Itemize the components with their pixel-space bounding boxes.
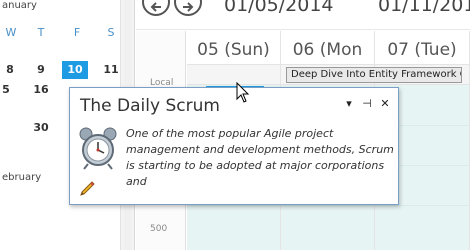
- range-start-date: 01/05/2014: [224, 0, 334, 16]
- mouse-pointer-icon: [236, 82, 250, 103]
- previous-button[interactable]: [142, 0, 170, 16]
- popup-title: The Daily Scrum: [80, 96, 220, 116]
- calendar-day[interactable]: 16: [31, 82, 51, 98]
- calendar-day[interactable]: 30: [31, 120, 51, 136]
- time-label: 500: [150, 224, 168, 234]
- day-header[interactable]: 07 (Tue): [375, 31, 469, 65]
- all-day-area[interactable]: [187, 65, 280, 85]
- calendar-day[interactable]: 8: [0, 62, 20, 78]
- dropdown-icon[interactable]: ▾: [342, 97, 356, 111]
- dow-sat: S: [107, 26, 115, 39]
- dow-fri: F: [73, 26, 81, 39]
- month-title-february: ebruary: [2, 172, 42, 183]
- calendar-day-selected[interactable]: 10: [62, 61, 88, 79]
- range-end-date: 01/11/2014: [378, 0, 470, 16]
- day-header[interactable]: 06 (Mon: [281, 31, 374, 65]
- dow-thu: T: [37, 26, 45, 39]
- next-button[interactable]: [174, 0, 202, 16]
- popup-description: One of the most popular Agile project ma…: [126, 127, 394, 188]
- calendar-day[interactable]: 5: [0, 82, 16, 98]
- calendar-day[interactable]: 9: [31, 62, 51, 78]
- day-header[interactable]: 05 (Sun): [187, 31, 280, 65]
- pin-icon[interactable]: ⊣: [360, 97, 374, 111]
- appointment-tooltip[interactable]: The Daily Scrum ▾ ⊣ ✕ One of the most po…: [69, 87, 399, 205]
- all-day-appointment[interactable]: Deep Dive Into Entity Framework C: [286, 67, 462, 83]
- alarm-clock-icon: [79, 127, 117, 170]
- pencil-icon[interactable]: [78, 180, 96, 198]
- date-navigator: 01/05/2014 01/11/2014: [136, 0, 470, 30]
- arrow-right-icon: [183, 2, 194, 12]
- calendar-day[interactable]: 11: [101, 62, 121, 78]
- arrow-left-icon: [150, 2, 161, 12]
- close-icon[interactable]: ✕: [378, 97, 392, 111]
- dow-wed: W: [5, 26, 17, 39]
- month-title-january: anuary: [2, 0, 37, 11]
